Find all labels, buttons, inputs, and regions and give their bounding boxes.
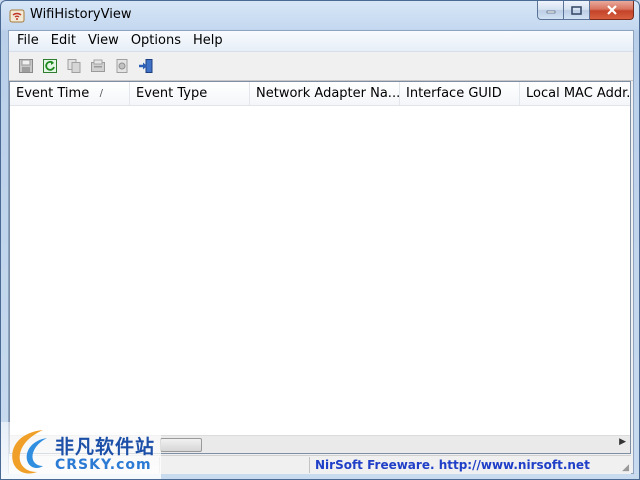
table-header: Event Time / Event Type Network Adapter …	[10, 82, 630, 106]
watermark-brand-cn: 非凡软件站	[55, 436, 156, 458]
copy-icon	[67, 59, 81, 73]
toolbar-save-button[interactable]	[15, 55, 37, 77]
column-header-local-mac-address[interactable]: Local MAC Addr...	[520, 82, 630, 105]
status-panel-divider	[309, 457, 310, 473]
column-header-interface-guid[interactable]: Interface GUID	[400, 82, 520, 105]
toolbar-refresh-button[interactable]	[39, 55, 61, 77]
html-report-icon	[116, 59, 128, 73]
menu-help[interactable]: Help	[187, 31, 229, 51]
history-table[interactable]: Event Time / Event Type Network Adapter …	[9, 81, 631, 454]
column-label: Event Time	[16, 86, 90, 101]
maximize-button[interactable]	[564, 1, 590, 20]
menu-view[interactable]: View	[82, 31, 125, 51]
wifi-app-icon	[9, 7, 25, 23]
toolbar-properties-button[interactable]	[87, 55, 109, 77]
sort-ascending-icon: /	[99, 88, 103, 99]
nirsoft-link[interactable]: NirSoft Freeware. http://www.nirsoft.net	[315, 457, 590, 473]
column-header-event-type[interactable]: Event Type	[130, 82, 250, 105]
client-area: File Edit View Options Help Event Time /…	[8, 30, 634, 474]
toolbar-exit-button[interactable]	[135, 55, 157, 77]
toolbar-copy-button[interactable]	[63, 55, 85, 77]
menu-edit[interactable]: Edit	[45, 31, 82, 51]
scrollbar-thumb[interactable]	[160, 438, 202, 452]
minimize-icon	[546, 10, 555, 14]
column-label: Event Type	[136, 86, 208, 101]
menu-bar: File Edit View Options Help	[9, 31, 633, 52]
column-label: Interface GUID	[406, 86, 502, 101]
scroll-right-icon[interactable]: ▶	[619, 437, 626, 447]
properties-icon	[91, 59, 105, 72]
menu-options[interactable]: Options	[125, 31, 187, 51]
caption-buttons	[537, 1, 634, 21]
maximize-icon	[571, 5, 582, 15]
toolbar-html-report-button[interactable]	[111, 55, 133, 77]
column-label: Network Adapter Na...	[256, 86, 400, 101]
toolbar	[9, 52, 633, 81]
exit-icon	[139, 59, 153, 73]
column-header-network-adapter-name[interactable]: Network Adapter Na...	[250, 82, 400, 105]
watermark-logo: 非凡软件站 CRSKY.com	[1, 422, 161, 479]
menu-file[interactable]: File	[11, 31, 45, 51]
close-icon	[606, 5, 617, 15]
resize-grip-icon[interactable]: ◢	[622, 463, 629, 473]
app-window: WifiHistoryView File Edit View Options H…	[0, 0, 640, 480]
minimize-button[interactable]	[537, 1, 564, 20]
column-header-event-time[interactable]: Event Time /	[10, 82, 130, 105]
window-title: WifiHistoryView	[30, 7, 132, 22]
swoosh-logo-icon	[12, 430, 47, 474]
save-icon	[19, 59, 33, 73]
title-bar[interactable]: WifiHistoryView	[1, 1, 639, 29]
column-label: Local MAC Addr...	[526, 86, 630, 101]
refresh-icon	[43, 59, 57, 73]
close-button[interactable]	[590, 1, 634, 20]
watermark-brand-en: CRSKY.com	[55, 457, 152, 473]
